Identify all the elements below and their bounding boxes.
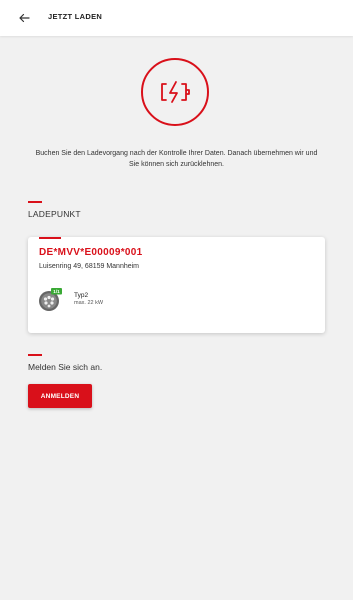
section-accent-line [28, 201, 42, 203]
battery-charging-icon [161, 81, 190, 103]
charge-point-address: Luisenring 49, 68159 Mannheim [39, 263, 140, 270]
back-button[interactable] [17, 11, 31, 25]
plug-power: max. 22 kW [74, 300, 104, 306]
page-title: JETZT LADEN [48, 12, 103, 21]
type2-plug-icon: 1/1 [39, 288, 62, 311]
section-title-ladepunkt: LADEPUNKT [28, 209, 81, 219]
plug-type: Typ2 [74, 292, 89, 299]
arrow-left-icon [19, 13, 30, 23]
charge-point-card[interactable]: DE*MVV*E00009*001 Luisenring 49, 68159 M… [28, 237, 325, 333]
card-accent-line [39, 237, 61, 239]
login-button[interactable]: ANMELDEN [28, 384, 92, 408]
login-accent-line [28, 354, 42, 356]
app-bar: JETZT LADEN [0, 0, 353, 36]
charge-point-id: DE*MVV*E00009*001 [39, 247, 143, 258]
availability-badge: 1/1 [53, 289, 60, 294]
login-prompt: Melden Sie sich an. [28, 362, 103, 372]
intro-text: Buchen Sie den Ladevorgang nach der Kont… [35, 150, 318, 168]
hero-badge [141, 58, 209, 126]
